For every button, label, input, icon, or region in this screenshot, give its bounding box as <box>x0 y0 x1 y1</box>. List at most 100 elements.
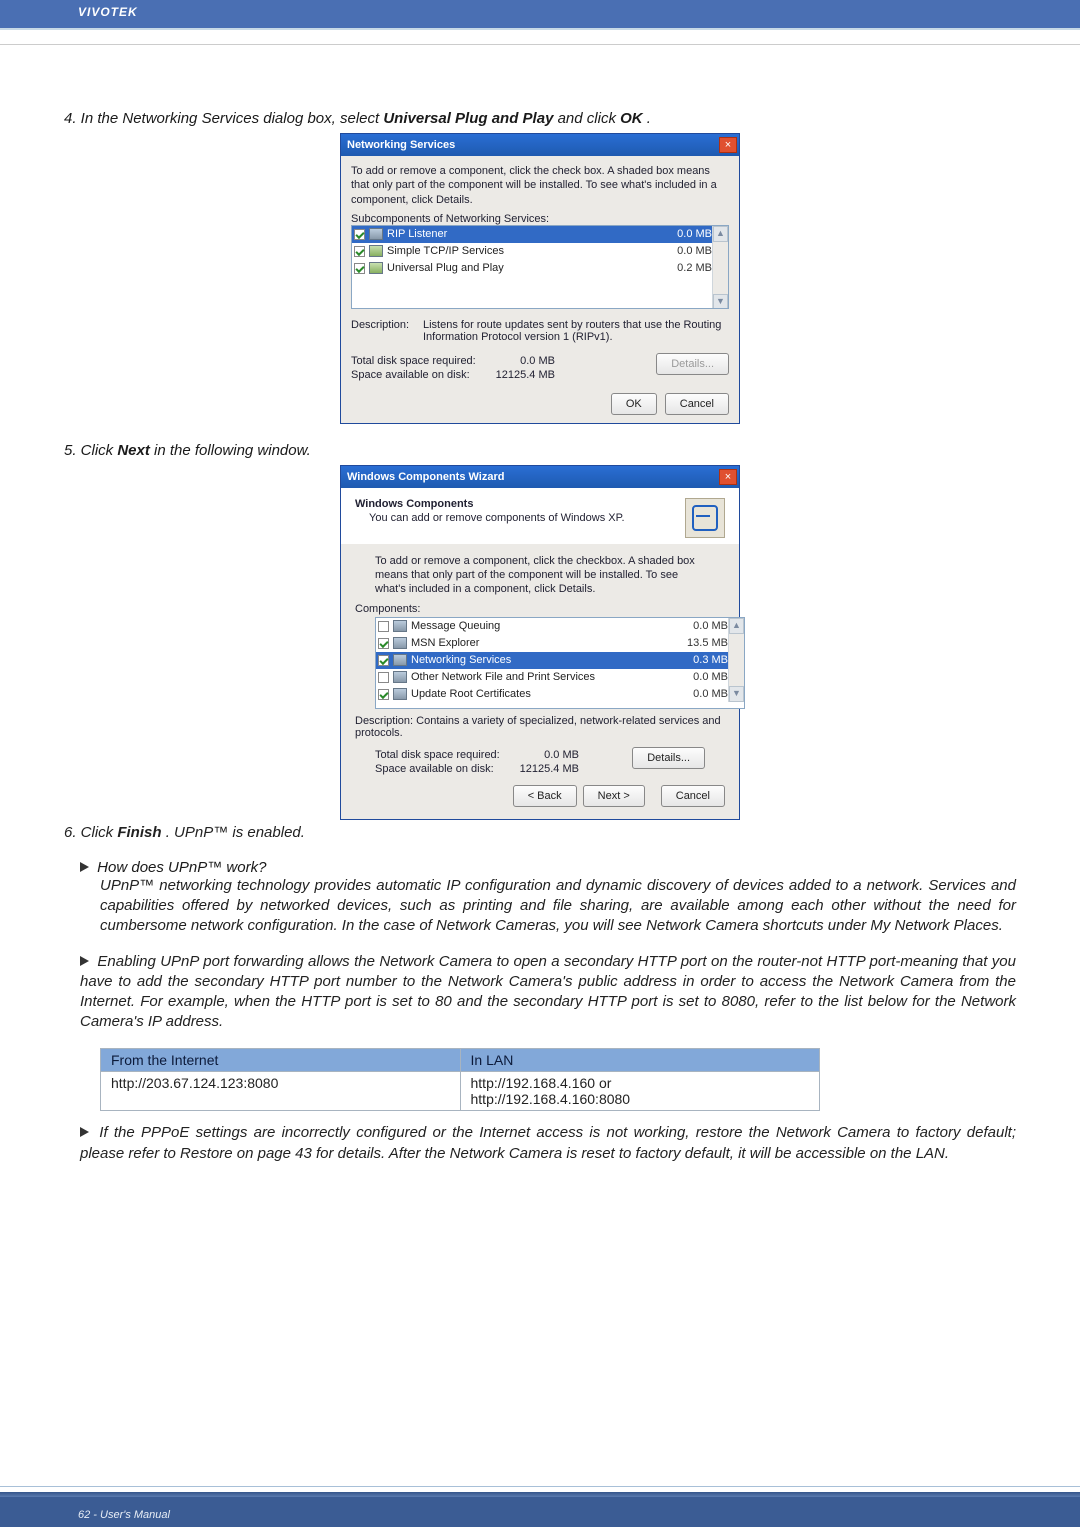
page-footer: 62 - User's Manual <box>78 1509 170 1521</box>
checkbox-icon[interactable] <box>354 263 365 274</box>
scroll-down-icon[interactable]: ▼ <box>713 294 728 309</box>
q2-body-wrapper: Enabling UPnP port forwarding allows the… <box>80 952 1016 1032</box>
windows-components-wizard: Windows Components Wizard × Windows Comp… <box>340 465 740 820</box>
back-button[interactable]: < Back <box>513 785 577 807</box>
step6-suffix: . UPnP™ is enabled. <box>166 824 305 841</box>
component-icon <box>369 228 383 240</box>
item-label: Networking Services <box>411 654 693 666</box>
item-label: Universal Plug and Play <box>387 262 677 274</box>
details-button[interactable]: Details... <box>632 747 705 769</box>
networking-services-dialog: Networking Services × To add or remove a… <box>340 133 740 424</box>
close-icon[interactable]: × <box>719 469 737 485</box>
item-size: 0.3 MB <box>693 654 728 666</box>
component-icon <box>369 262 383 274</box>
wizard-title: Windows Components Wizard <box>347 471 504 483</box>
wizard-intro: To add or remove a component, click the … <box>375 554 705 597</box>
cell-line2: http://192.168.4.160:8080 <box>471 1091 631 1107</box>
step4-suffix: . <box>647 110 651 127</box>
item-size: 0.0 MB <box>693 620 728 632</box>
req-total-value: 0.0 MB <box>520 355 555 367</box>
component-icon <box>393 620 407 632</box>
list-item[interactable]: Message Queuing 0.0 MB <box>376 618 744 635</box>
scrollbar[interactable]: ▲ ▼ <box>728 618 744 702</box>
item-size: 0.0 MB <box>693 671 728 683</box>
q3-body: If the PPPoE settings are incorrectly co… <box>80 1124 1016 1161</box>
next-button[interactable]: Next > <box>583 785 645 807</box>
description-value: Listens for route updates sent by router… <box>423 319 729 343</box>
dialog-intro: To add or remove a component, click the … <box>351 164 729 207</box>
item-label: Message Queuing <box>411 620 693 632</box>
item-size: 13.5 MB <box>687 637 728 649</box>
components-list[interactable]: Message Queuing 0.0 MB MSN Explorer 13.5… <box>375 617 745 709</box>
component-icon <box>369 245 383 257</box>
step4-prefix: 4. In the Networking Services dialog box… <box>64 110 383 127</box>
ok-button[interactable]: OK <box>611 393 657 415</box>
req-total-value: 0.0 MB <box>544 749 579 761</box>
step4-mid: and click <box>558 110 621 127</box>
checkbox-icon[interactable] <box>354 246 365 257</box>
q1-title: How does UPnP™ work? <box>97 859 266 876</box>
req-avail-label: Space available on disk: <box>375 763 494 775</box>
list-item[interactable]: Other Network File and Print Services 0.… <box>376 669 744 686</box>
item-size: 0.0 MB <box>677 228 712 240</box>
title-bar: Networking Services × <box>341 134 739 156</box>
list-item[interactable]: Simple TCP/IP Services 0.0 MB <box>352 243 728 260</box>
component-icon <box>393 671 407 683</box>
details-button[interactable]: Details... <box>656 353 729 375</box>
wizard-description: Description: Contains a variety of speci… <box>355 715 725 739</box>
scrollbar[interactable]: ▲ ▼ <box>712 226 728 309</box>
subcomponents-list[interactable]: RIP Listener 0.0 MB Simple TCP/IP Servic… <box>351 225 729 309</box>
step6-line: 6. Click Finish . UPnP™ is enabled. <box>64 824 1016 841</box>
wizard-subheading: You can add or remove components of Wind… <box>369 512 675 524</box>
checkbox-icon[interactable] <box>378 655 389 666</box>
list-item[interactable]: Update Root Certificates 0.0 MB <box>376 686 744 703</box>
q1-heading: How does UPnP™ work? <box>80 859 1016 876</box>
description-key: Description: <box>351 319 423 343</box>
q1-body: UPnP™ networking technology provides aut… <box>100 876 1016 936</box>
step5-line: 5. Click Next in the following window. <box>64 442 1016 459</box>
step5-suffix: in the following window. <box>154 442 311 459</box>
checkbox-icon[interactable] <box>378 672 389 683</box>
req-avail-value: 12125.4 MB <box>496 369 555 381</box>
step5-prefix: 5. Click <box>64 442 117 459</box>
triangle-icon <box>80 956 89 966</box>
req-avail-label: Space available on disk: <box>351 369 470 381</box>
item-label: RIP Listener <box>387 228 677 240</box>
list-item[interactable]: MSN Explorer 13.5 MB <box>376 635 744 652</box>
cancel-button[interactable]: Cancel <box>665 393 729 415</box>
scroll-down-icon[interactable]: ▼ <box>729 686 744 702</box>
cancel-button[interactable]: Cancel <box>661 785 725 807</box>
scroll-up-icon[interactable]: ▲ <box>729 618 744 634</box>
list-item[interactable]: RIP Listener 0.0 MB <box>352 226 728 243</box>
checkbox-icon[interactable] <box>378 638 389 649</box>
checkbox-icon[interactable] <box>378 621 389 632</box>
checkbox-icon[interactable] <box>354 229 365 240</box>
table-cell: http://203.67.124.123:8080 <box>101 1072 461 1111</box>
address-table: From the Internet In LAN http://203.67.1… <box>100 1048 820 1111</box>
scroll-up-icon[interactable]: ▲ <box>713 226 728 242</box>
table-header: In LAN <box>460 1049 820 1072</box>
item-label: Other Network File and Print Services <box>411 671 693 683</box>
q2-body: Enabling UPnP port forwarding allows the… <box>80 953 1016 1030</box>
item-size: 0.0 MB <box>677 245 712 257</box>
step4-bold1: Universal Plug and Play <box>383 110 553 127</box>
dialog-title: Networking Services <box>347 139 455 151</box>
cell-line1: http://192.168.4.160 or <box>471 1075 612 1091</box>
item-label: MSN Explorer <box>411 637 687 649</box>
close-icon[interactable]: × <box>719 137 737 153</box>
item-label: Update Root Certificates <box>411 688 693 700</box>
list-item[interactable]: Universal Plug and Play 0.2 MB <box>352 260 728 277</box>
step6-prefix: 6. Click <box>64 824 117 841</box>
list-item[interactable]: Networking Services 0.3 MB <box>376 652 744 669</box>
q3-body-wrapper: If the PPPoE settings are incorrectly co… <box>80 1123 1016 1163</box>
step5-bold: Next <box>117 442 150 459</box>
triangle-icon <box>80 1127 89 1137</box>
components-label: Components: <box>355 603 725 615</box>
req-total-label: Total disk space required: <box>351 355 476 367</box>
step4-line: 4. In the Networking Services dialog box… <box>64 110 1016 127</box>
checkbox-icon[interactable] <box>378 689 389 700</box>
subcomponents-label: Subcomponents of Networking Services: <box>351 213 729 225</box>
component-icon <box>393 637 407 649</box>
wizard-icon <box>685 498 725 538</box>
triangle-icon <box>80 862 89 872</box>
